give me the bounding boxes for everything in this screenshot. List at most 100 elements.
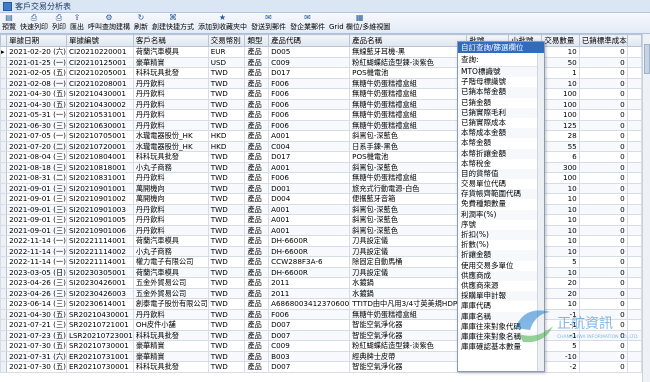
table-cell[interactable]: 產品 bbox=[244, 350, 270, 362]
toolbar-button-4[interactable]: ⚙ 呼叫查詢建構 bbox=[88, 13, 130, 33]
table-cell[interactable]: 產品 bbox=[244, 235, 270, 247]
table-cell[interactable]: D007 bbox=[268, 329, 351, 341]
table-cell[interactable]: 丹丹飲料 bbox=[132, 119, 209, 131]
table-cell[interactable]: 丹丹飲料 bbox=[132, 224, 209, 236]
table-cell[interactable]: SR20210430001 bbox=[65, 308, 134, 320]
table-row[interactable]: 2021-09-01 (三) SI20210901002 萬開機向 TWD 產品 D004… bbox=[0, 193, 642, 205]
table-cell[interactable]: SI20210630001 bbox=[65, 119, 134, 131]
table-cell[interactable]: 水鍍鍋 bbox=[349, 277, 468, 289]
popup-field-item[interactable]: 本幣折讓金額 bbox=[458, 148, 544, 159]
table-cell[interactable]: TWD bbox=[207, 109, 246, 121]
table-cell[interactable]: 旅充式行動電源-白色 bbox=[349, 182, 468, 194]
table-cell[interactable]: TWD bbox=[207, 119, 246, 131]
table-row[interactable]: 2021-08-31 (二) SI20210831001 丹丹飲料 TWD 產品 F006… bbox=[0, 172, 642, 184]
table-cell[interactable]: SI20221114001 bbox=[65, 256, 134, 268]
table-row[interactable]: 2021-09-01 (三) SI20210901001 萬開機向 TWD 產品 D001… bbox=[0, 182, 642, 194]
table-cell[interactable]: F006 bbox=[268, 88, 351, 100]
table-cell[interactable]: 產品 bbox=[244, 98, 270, 110]
table-cell[interactable]: 產品 bbox=[244, 161, 270, 173]
table-cell[interactable]: 28 bbox=[541, 130, 580, 142]
table-cell[interactable]: 產品 bbox=[244, 151, 270, 163]
column-header[interactable]: 單據編號 bbox=[65, 34, 134, 47]
table-cell[interactable]: TWD bbox=[207, 98, 246, 110]
table-cell[interactable]: 55 bbox=[541, 140, 580, 152]
popup-field-item[interactable]: 供應商成 bbox=[458, 270, 544, 281]
table-cell[interactable]: 無糖牛奶蛋糕禮盒組 bbox=[349, 88, 468, 100]
toolbar-button-9[interactable]: ✉ 發企業郵件 bbox=[290, 13, 325, 33]
table-cell[interactable]: TWD bbox=[207, 256, 246, 268]
table-cell[interactable]: TWD bbox=[207, 151, 246, 163]
table-row[interactable]: 2021-06-30 (三) SI20210630001 丹丹飲料 TWD 產品 F006… bbox=[0, 119, 642, 131]
table-cell[interactable]: 權力電子有限公司 bbox=[132, 256, 209, 268]
table-cell[interactable]: A001 bbox=[268, 203, 351, 215]
table-cell[interactable]: 產品 bbox=[244, 140, 270, 152]
table-row[interactable]: 2023-03-05 (日) SI20230305001 荷蘭汽車模具 TWD 產品 DH… bbox=[0, 266, 642, 278]
table-cell[interactable]: 0 bbox=[578, 245, 628, 257]
table-cell[interactable]: 2021-08-31 (二) bbox=[6, 172, 67, 184]
column-header[interactable]: 產品代碼 bbox=[268, 34, 351, 47]
table-cell[interactable]: 2021-02-20 (六) bbox=[6, 46, 67, 58]
table-cell[interactable]: 0 bbox=[578, 67, 628, 79]
table-cell[interactable]: 經典牌士皮帶 bbox=[349, 350, 468, 362]
table-cell[interactable]: 50 bbox=[541, 56, 580, 68]
table-cell[interactable]: 小丸子商務 bbox=[132, 161, 209, 173]
table-cell[interactable]: 無線藍牙耳機-黑 bbox=[349, 46, 468, 58]
table-cell[interactable]: 丹丹飲料 bbox=[132, 214, 209, 226]
table-cell[interactable]: HKD bbox=[207, 130, 246, 142]
table-cell[interactable]: 0 bbox=[578, 361, 628, 373]
table-cell[interactable]: 10 bbox=[541, 203, 580, 215]
popup-field-item[interactable]: 子階母標識號 bbox=[458, 77, 544, 87]
table-cell[interactable]: 0 bbox=[578, 203, 628, 215]
table-cell[interactable]: 粉紅蝴蝶結造型鍊-淡紫色 bbox=[349, 340, 468, 352]
table-cell[interactable]: 0 bbox=[578, 224, 628, 236]
table-cell[interactable]: 2021-07-31 (六) bbox=[6, 350, 67, 362]
table-cell[interactable]: D007 bbox=[268, 361, 351, 373]
table-cell[interactable]: 0 bbox=[578, 119, 628, 131]
table-cell[interactable]: 產品 bbox=[244, 214, 270, 226]
scrollbar-thumb[interactable] bbox=[644, 44, 650, 74]
table-cell[interactable]: D001 bbox=[268, 182, 351, 194]
table-cell[interactable]: 2021-05-31 (一) bbox=[6, 109, 67, 121]
table-cell[interactable]: 2021-08-04 (三) bbox=[6, 151, 67, 163]
popup-field-item[interactable]: 序號 bbox=[458, 220, 544, 230]
table-cell[interactable]: 0 bbox=[578, 193, 628, 205]
table-cell[interactable]: 豪華精實 bbox=[132, 56, 209, 68]
table-row[interactable]: 2021-04-30 (五) SI20210430001 丹丹飲料 TWD 產品 F006… bbox=[0, 88, 642, 100]
popup-field-item[interactable]: 已銷實際毛利 bbox=[458, 107, 544, 118]
table-cell[interactable]: C009 bbox=[268, 56, 351, 68]
table-cell[interactable]: 無糖牛奶蛋糕禮盒組 bbox=[349, 98, 468, 110]
table-cell[interactable]: TWD bbox=[207, 287, 246, 299]
table-cell[interactable]: POS機電池 bbox=[349, 67, 468, 79]
table-cell[interactable]: 5 bbox=[541, 256, 580, 268]
table-cell[interactable]: F006 bbox=[268, 98, 351, 110]
table-cell[interactable]: 0 bbox=[578, 56, 628, 68]
table-row[interactable]: 2021-07-30 (五) ER20210730001 科科玩具批發 TWD 產品 D0… bbox=[0, 361, 642, 373]
table-cell[interactable]: 產品 bbox=[244, 130, 270, 142]
table-cell[interactable]: 100 bbox=[541, 109, 580, 121]
toolbar-button-1[interactable]: ⎙ 快速列印 bbox=[20, 13, 48, 33]
table-cell[interactable]: 產品 bbox=[244, 88, 270, 100]
table-cell[interactable]: 10 bbox=[541, 182, 580, 194]
table-cell[interactable]: 無糖牛奶蛋糕禮盒組 bbox=[349, 119, 468, 131]
table-cell[interactable]: SI20210818001 bbox=[65, 161, 134, 173]
table-cell[interactable]: 0 bbox=[578, 214, 628, 226]
table-cell[interactable]: SI20210720001 bbox=[65, 140, 134, 152]
table-cell[interactable]: 0 bbox=[578, 77, 628, 89]
table-cell[interactable]: 科科玩具批發 bbox=[132, 151, 209, 163]
table-cell[interactable]: SI20210901006 bbox=[65, 224, 134, 236]
table-cell[interactable]: 豪華精實 bbox=[132, 350, 209, 362]
popup-field-item[interactable]: 折扣(%) bbox=[458, 230, 544, 241]
table-cell[interactable]: SI20230426003 bbox=[65, 287, 134, 299]
toolbar-button-6[interactable]: ⌘ 創建快捷方式 bbox=[152, 13, 194, 33]
table-cell[interactable]: TWD bbox=[207, 203, 246, 215]
table-cell[interactable]: 荷蘭汽車模具 bbox=[132, 266, 209, 278]
table-cell[interactable]: 2021-01-25 (一) bbox=[6, 56, 67, 68]
table-cell[interactable]: SI20221114002 bbox=[65, 245, 134, 257]
toolbar-button-10[interactable]: ▦ Grid 欄位/多維視圖 bbox=[329, 13, 390, 33]
table-cell[interactable]: 2021-04-30 (五) bbox=[6, 308, 67, 320]
popup-field-item[interactable]: 本幣稅金 bbox=[458, 159, 544, 169]
table-cell[interactable]: LSR20210723001 bbox=[65, 329, 134, 341]
table-cell[interactable]: 20 bbox=[541, 277, 580, 289]
table-cell[interactable]: SI20210430001 bbox=[65, 88, 134, 100]
table-cell[interactable]: SI20210901005 bbox=[65, 214, 134, 226]
